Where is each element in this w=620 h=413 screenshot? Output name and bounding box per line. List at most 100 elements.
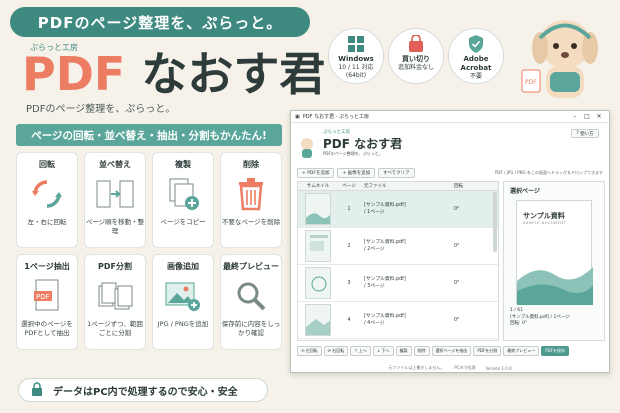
- feature-desc: 選択中のページをPDFとして抽出: [21, 320, 73, 337]
- column-header: 元ファイル: [364, 183, 387, 189]
- split-pdf-button[interactable]: PDFを分割: [473, 346, 502, 356]
- help-icon: ?: [576, 131, 579, 136]
- window-titlebar: ▣ PDF なおす君 - ぷらっと工房 – □ ✕: [291, 111, 609, 123]
- rotation: 0°: [454, 206, 460, 212]
- badge-line2: 追加料金なし: [397, 64, 434, 71]
- windows-icon: [348, 35, 364, 53]
- badge-line2: 不要: [469, 73, 482, 80]
- shield-check-icon: [468, 35, 484, 53]
- mascot-character: PDF: [510, 8, 610, 108]
- source-file: [サンプル資料.pdf] / 3ページ: [360, 276, 450, 290]
- app-small-icon: ▣: [295, 113, 300, 120]
- feature-desc: 保存前に内容をしっかり確認: [221, 320, 281, 337]
- help-button-label: 使い方: [580, 131, 594, 137]
- feature-grid: 回転 左・右に回転 並べ替え ページ順を移動・整理 複製 ページをコピー 削除 …: [16, 152, 284, 350]
- badge-line1: 買い切り: [402, 55, 430, 63]
- source-file: [サンプル資料.pdf] / 4ページ: [360, 313, 450, 327]
- rotation: 0°: [454, 317, 460, 323]
- page-thumbnail: [305, 193, 331, 225]
- feature-card-extract: 1ページ抽出 PDF 選択中のページをPDFとして抽出: [16, 254, 78, 350]
- page-number: 4: [347, 317, 351, 323]
- security-note: データはPC内で処理するので安心・安全: [18, 378, 268, 402]
- add-pdf-button[interactable]: + PDFを追加: [297, 168, 335, 178]
- save-pdf-button[interactable]: PDFを保存: [541, 346, 570, 356]
- badge-line1: Adobe Acrobat: [460, 55, 492, 72]
- table-header: サムネイル ページ 元ファイル 回転: [298, 182, 498, 191]
- security-note-text: データはPC内で処理するので安心・安全: [53, 386, 238, 398]
- badge-line3: (64bit): [345, 72, 367, 79]
- badge-windows: Windows 10 / 11 対応 (64bit): [328, 28, 384, 84]
- bottom-toolbar: ⟲ 左回転 ⟳ 右回転 ↑ 上へ ↓ 下へ 複製 削除 選択ページを抽出 PDF…: [297, 346, 605, 356]
- toolbar: + PDFを追加 + 画像を追加 すべてクリア PDF / JPG / PNG …: [291, 167, 609, 179]
- feature-card-duplicate: 複製 ページをコピー: [152, 152, 214, 248]
- table-row[interactable]: 4 [サンプル資料.pdf] / 4ページ 0°: [298, 302, 498, 339]
- badge-one-time-purchase: 買い切り 追加料金なし: [388, 28, 444, 84]
- window-title: PDF なおす君 - ぷらっと工房: [302, 114, 370, 120]
- magnifier-icon: [235, 276, 267, 316]
- brand-title: PDF なおす君: [22, 46, 325, 102]
- feature-name: PDF分割: [98, 262, 132, 271]
- table-row[interactable]: 3 [サンプル資料.pdf] / 3ページ 0°: [298, 265, 498, 302]
- add-image-button[interactable]: + 画像を追加: [337, 168, 376, 178]
- table-row[interactable]: 1 [サンプル資料.pdf] / 1ページ 0°: [298, 191, 498, 228]
- source-file: [サンプル資料.pdf] / 1ページ: [360, 202, 450, 216]
- source-file: [サンプル資料.pdf] / 2ページ: [360, 239, 450, 253]
- feature-desc: JPG / PNGを追加: [157, 320, 209, 328]
- status-local: PC内で処理: [454, 365, 476, 370]
- page-number: 1: [347, 206, 351, 212]
- feature-name: 1ページ抽出: [24, 262, 70, 271]
- extract-page-button[interactable]: 選択ページを抽出: [431, 346, 472, 356]
- split-icon: [97, 276, 133, 316]
- maximize-icon[interactable]: □: [581, 113, 593, 120]
- source-file-page: / 1ページ: [364, 210, 385, 215]
- source-file-name: [サンプル資料.pdf]: [364, 314, 406, 319]
- move-down-button[interactable]: ↓ 下へ: [372, 346, 394, 356]
- mascot-logo-icon: [299, 137, 315, 159]
- page-number: 3: [347, 280, 351, 286]
- table-row[interactable]: 2 [サンプル資料.pdf] / 2ページ 0°: [298, 228, 498, 265]
- preview-panel: 選択ページ サンプル資料 SAMPLE DOCUMENT 1 / 61 [サンプ…: [503, 181, 605, 341]
- help-button[interactable]: ? 使い方: [571, 129, 599, 138]
- banner-text: PDFのページ整理を、ぷらっと。: [37, 13, 283, 32]
- feature-card-rotate: 回転 左・右に回転: [16, 152, 78, 248]
- table-scrollbar[interactable]: [493, 192, 497, 252]
- final-preview-button[interactable]: 最終プレビュー: [503, 346, 540, 356]
- badge-line2: 10 / 11 対応: [338, 64, 374, 71]
- rotate-icon: [30, 174, 64, 214]
- trash-icon: [236, 174, 266, 214]
- preview-info: 1 / 61 [サンプル資料.pdf] / 1ページ 回転: 0°: [510, 308, 570, 328]
- feature-name: 複製: [175, 160, 191, 169]
- status-version: Version 1.0.0: [485, 365, 512, 371]
- svg-text:PDF: PDF: [525, 79, 537, 86]
- close-icon[interactable]: ✕: [593, 113, 605, 120]
- column-header: ページ: [342, 184, 356, 189]
- reorder-icon: [96, 174, 134, 214]
- rotate-left-button[interactable]: ⟲ 左回転: [297, 346, 322, 356]
- app-header: ぷらっと工房 PDF なおす君 PDFのページ整理を、ぷらっと。 ? 使い方: [291, 123, 609, 167]
- duplicate-icon: [166, 174, 200, 214]
- badge-line1: Windows: [338, 55, 374, 63]
- source-file-name: [サンプル資料.pdf]: [364, 277, 406, 282]
- clear-all-button[interactable]: すべてクリア: [378, 168, 415, 178]
- delete-button[interactable]: 削除: [413, 346, 430, 356]
- feature-card-split: PDF分割 1ページずつ、範囲ごとに分割: [84, 254, 146, 350]
- feature-desc: ページ順を移動・整理: [85, 218, 145, 235]
- shopping-bag-icon: [408, 35, 424, 53]
- badge-acrobat-free: Adobe Acrobat 不要: [448, 28, 504, 84]
- duplicate-button[interactable]: 複製: [395, 346, 412, 356]
- app-tagline: PDFのページ整理を、ぷらっと。: [323, 151, 383, 156]
- rotate-right-button[interactable]: ⟳ 右回転: [323, 346, 349, 356]
- minimize-icon[interactable]: –: [569, 113, 581, 120]
- page-table[interactable]: サムネイル ページ 元ファイル 回転 1 [サンプル資料.pdf] / 1ページ …: [297, 181, 499, 341]
- feature-desc: 左・右に回転: [27, 218, 67, 226]
- status-bar: 元ファイルは上書きしません。 PC内で処理 Version 1.0.0: [291, 363, 609, 373]
- feature-desc: 1ページずつ、範囲ごとに分割: [87, 320, 143, 337]
- rotation: 0°: [454, 280, 460, 286]
- feature-name: 画像追加: [167, 262, 199, 271]
- feature-name: 削除: [243, 160, 259, 169]
- top-banner: PDFのページ整理を、ぷらっと。: [10, 7, 310, 37]
- move-up-button[interactable]: ↑ 上へ: [350, 346, 371, 356]
- source-file-page: / 2ページ: [364, 247, 385, 252]
- column-header: サムネイル: [306, 184, 330, 189]
- pdf-extract-icon: PDF: [32, 276, 62, 316]
